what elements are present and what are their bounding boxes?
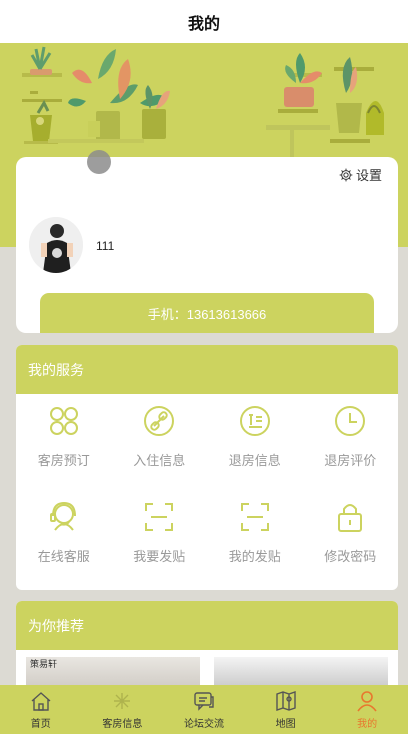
floating-drag-handle[interactable]	[87, 150, 111, 174]
services-title: 我的服务	[28, 361, 84, 378]
tab-mine[interactable]: 我的	[326, 685, 408, 734]
recommend-header: 为你推荐	[16, 601, 398, 650]
scan-frame-icon	[240, 503, 269, 531]
customer-service-icon	[49, 501, 76, 531]
link-icon	[144, 406, 175, 436]
tab-label: 首页	[30, 719, 51, 730]
tab-forum[interactable]: 论坛交流	[163, 685, 245, 734]
tab-label: 论坛交流	[183, 719, 224, 730]
tab-home[interactable]: 首页	[0, 685, 82, 734]
bottom-tab-bar: 首页 客房信息 论坛交流 地图 我的	[0, 685, 408, 734]
home-icon	[31, 692, 51, 711]
service-checkin-info[interactable]: 入住信息	[112, 402, 208, 498]
page-title: 我的	[187, 15, 220, 33]
user-icon	[357, 691, 377, 712]
recommend-title: 为你推荐	[28, 617, 84, 634]
my-services-section: 我的服务 客房预订 入住信息 退房信息 退房评价 在线客服 我要发贴 我的发贴 …	[16, 345, 398, 590]
service-room-booking[interactable]: 客房预订	[16, 402, 112, 498]
service-label: 退房评价	[324, 453, 377, 468]
tab-label: 客房信息	[102, 719, 143, 730]
user-profile-card: 设置 111 手机：13613613666	[16, 157, 398, 333]
service-checkout-info[interactable]: 退房信息	[207, 402, 303, 498]
service-label: 退房信息	[228, 453, 281, 468]
services-header: 我的服务	[16, 345, 398, 394]
service-label: 我要发贴	[133, 549, 186, 564]
top-nav-bar: 我的	[0, 0, 408, 43]
service-new-post[interactable]: 我要发贴	[112, 498, 208, 590]
lock-icon	[338, 504, 363, 532]
service-change-password[interactable]: 修改密码	[303, 498, 399, 590]
service-label: 客房预订	[37, 453, 90, 468]
grid-circles-icon	[49, 407, 78, 435]
service-my-posts[interactable]: 我的发贴	[207, 498, 303, 590]
settings-label: 设置	[355, 168, 382, 183]
phone-label: 手机：13613613666	[147, 306, 267, 322]
tab-label: 我的	[357, 719, 378, 730]
phone-bar: 手机：13613613666	[40, 293, 374, 333]
clock-icon	[335, 406, 366, 436]
service-label: 修改密码	[324, 549, 377, 564]
gear-icon	[339, 168, 353, 181]
chat-icon	[194, 692, 214, 711]
service-label: 在线客服	[37, 549, 90, 564]
settings-button[interactable]: 设置	[338, 165, 382, 184]
services-grid: 客房预订 入住信息 退房信息 退房评价 在线客服 我要发贴 我的发贴 修改密码	[16, 394, 398, 590]
room-icon	[114, 693, 131, 709]
tab-map[interactable]: 地图	[245, 685, 327, 734]
avatar-image	[29, 217, 83, 273]
tab-room-info[interactable]: 客房信息	[82, 685, 164, 734]
scan-frame-icon	[145, 503, 174, 531]
service-checkout-review[interactable]: 退房评价	[303, 402, 399, 498]
service-online-support[interactable]: 在线客服	[16, 498, 112, 590]
service-label: 入住信息	[133, 453, 186, 468]
service-label: 我的发贴	[228, 549, 281, 564]
document-list-icon	[239, 406, 270, 436]
tab-label: 地图	[275, 719, 296, 730]
recommend-image-text: 策易轩	[30, 659, 58, 669]
username: 111	[96, 239, 115, 253]
map-icon	[275, 691, 296, 711]
avatar[interactable]	[29, 217, 83, 273]
